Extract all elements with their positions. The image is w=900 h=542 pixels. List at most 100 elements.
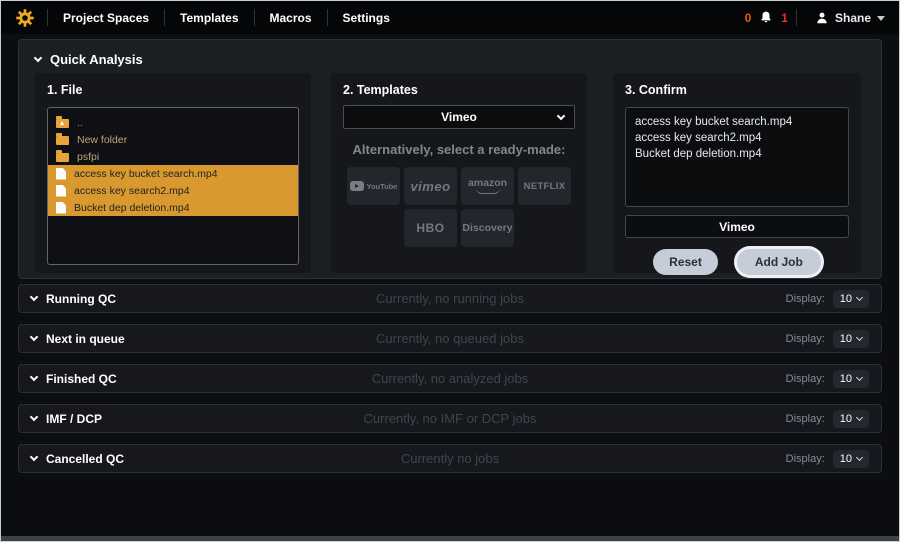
section-title: Running QC — [46, 292, 116, 306]
brand-label: vimeo — [410, 179, 450, 194]
confirm-file: access key search2.mp4 — [635, 130, 839, 146]
display-label: Display: — [786, 453, 825, 465]
nav-item-templates[interactable]: Templates — [165, 11, 253, 25]
confirm-file-list: access key bucket search.mp4 access key … — [625, 107, 849, 207]
entry-label: Bucket dep deletion.mp4 — [74, 202, 190, 214]
brand-button-netflix[interactable]: NETFLIX — [518, 167, 571, 205]
display-count-value: 10 — [840, 453, 852, 465]
chevron-down-icon — [856, 413, 863, 420]
empty-state-text: Currently, no queued jobs — [19, 331, 881, 346]
section-title: IMF / DCP — [46, 412, 102, 426]
file-panel-title: 1. File — [47, 83, 299, 99]
youtube-icon — [350, 181, 364, 191]
section-cancelled-qc: Currently no jobs Cancelled QC Display: … — [18, 444, 882, 473]
brand-button-amazon[interactable]: amazon — [461, 167, 514, 205]
folder-up-icon — [56, 119, 69, 128]
empty-state-text: Currently no jobs — [19, 451, 881, 466]
section-header[interactable]: Next in queue — [31, 332, 125, 346]
user-name: Shane — [835, 11, 871, 25]
chevron-down-icon — [30, 373, 38, 381]
bell-icon[interactable] — [759, 10, 773, 25]
file-row-selected[interactable]: access key search2.mp4 — [48, 182, 298, 199]
quick-analysis-title: Quick Analysis — [50, 52, 143, 67]
amazon-smile-icon — [476, 188, 500, 194]
brand-button-youtube[interactable]: YouTube — [347, 167, 400, 205]
file-row-selected[interactable]: access key bucket search.mp4 — [48, 165, 298, 182]
section-running-qc: Currently, no running jobs Running QC Di… — [18, 284, 882, 313]
nav-item-macros[interactable]: Macros — [255, 11, 327, 25]
entry-label: .. — [77, 117, 83, 129]
brand-button-vimeo[interactable]: vimeo — [404, 167, 457, 205]
section-title: Finished QC — [46, 372, 117, 386]
chevron-down-icon — [30, 293, 38, 301]
chevron-down-icon — [856, 333, 863, 340]
chevron-down-icon — [34, 53, 42, 61]
confirm-file: Bucket dep deletion.mp4 — [635, 146, 839, 162]
confirm-panel-title: 3. Confirm — [625, 83, 849, 99]
add-job-button[interactable]: Add Job — [737, 249, 821, 275]
empty-state-text: Currently, no analyzed jobs — [19, 371, 881, 386]
display-count-value: 10 — [840, 413, 852, 425]
reset-button[interactable]: Reset — [653, 249, 718, 275]
file-panel: 1. File .. New folder psfpi — [35, 73, 311, 273]
nav-item-project-spaces[interactable]: Project Spaces — [48, 11, 164, 25]
display-count-value: 10 — [840, 333, 852, 345]
template-select[interactable]: Vimeo — [343, 105, 575, 129]
templates-panel-title: 2. Templates — [343, 83, 575, 99]
empty-state-text: Currently, no running jobs — [19, 291, 881, 306]
entry-label: access key bucket search.mp4 — [74, 168, 218, 180]
chevron-down-icon — [30, 453, 38, 461]
confirm-panel: 3. Confirm access key bucket search.mp4 … — [613, 73, 861, 273]
file-icon — [56, 202, 66, 214]
brand-label: NETFLIX — [524, 181, 566, 192]
folder-icon — [56, 153, 69, 162]
folder-icon — [56, 136, 69, 145]
display-count-select[interactable]: 10 — [833, 330, 869, 348]
display-label: Display: — [786, 293, 825, 305]
chevron-down-icon — [856, 373, 863, 380]
quick-analysis-header[interactable]: Quick Analysis — [35, 49, 865, 69]
horizontal-scrollbar[interactable] — [1, 536, 899, 541]
app-logo[interactable] — [15, 8, 35, 28]
display-label: Display: — [786, 333, 825, 345]
top-navbar: Project Spaces Templates Macros Settings… — [1, 1, 899, 34]
template-select-value: Vimeo — [441, 110, 477, 124]
brand-grid: YouTube vimeo amazon NETFLIX — [343, 167, 575, 247]
brand-label: HBO — [416, 221, 444, 235]
chevron-down-icon — [30, 333, 38, 341]
file-row-parent-dir[interactable]: .. — [48, 114, 298, 131]
file-row-folder[interactable]: psfpi — [48, 148, 298, 165]
display-count-select[interactable]: 10 — [833, 450, 869, 468]
section-header[interactable]: Finished QC — [31, 372, 117, 386]
file-row-folder[interactable]: New folder — [48, 131, 298, 148]
section-header[interactable]: Running QC — [31, 292, 116, 306]
display-count-select[interactable]: 10 — [833, 410, 869, 428]
section-header[interactable]: Cancelled QC — [31, 452, 124, 466]
brand-button-discovery[interactable]: Discovery — [461, 209, 514, 247]
user-menu[interactable]: Shane — [805, 11, 885, 25]
chevron-down-icon — [856, 293, 863, 300]
display-count-select[interactable]: 10 — [833, 370, 869, 388]
confirm-file: access key bucket search.mp4 — [635, 114, 839, 130]
section-next-in-queue: Currently, no queued jobs Next in queue … — [18, 324, 882, 353]
nav-item-settings[interactable]: Settings — [328, 11, 405, 25]
templates-panel: 2. Templates Vimeo Alternatively, select… — [331, 73, 587, 273]
file-icon — [56, 168, 66, 180]
file-browser: .. New folder psfpi access key buck — [47, 107, 299, 265]
nav-divider — [796, 9, 797, 26]
chevron-down-icon — [557, 111, 565, 119]
chevron-down-icon — [856, 453, 863, 460]
ready-made-label: Alternatively, select a ready-made: — [343, 142, 575, 157]
display-count-value: 10 — [840, 293, 852, 305]
chevron-down-icon — [877, 16, 885, 21]
notification-count-warning: 0 — [745, 11, 752, 25]
display-count-select[interactable]: 10 — [833, 290, 869, 308]
chevron-down-icon — [30, 413, 38, 421]
display-label: Display: — [786, 413, 825, 425]
file-row-selected[interactable]: Bucket dep deletion.mp4 — [48, 199, 298, 216]
brand-label: amazon — [468, 179, 507, 188]
section-header[interactable]: IMF / DCP — [31, 412, 102, 426]
display-label: Display: — [786, 373, 825, 385]
brand-button-hbo[interactable]: HBO — [404, 209, 457, 247]
section-finished-qc: Currently, no analyzed jobs Finished QC … — [18, 364, 882, 393]
